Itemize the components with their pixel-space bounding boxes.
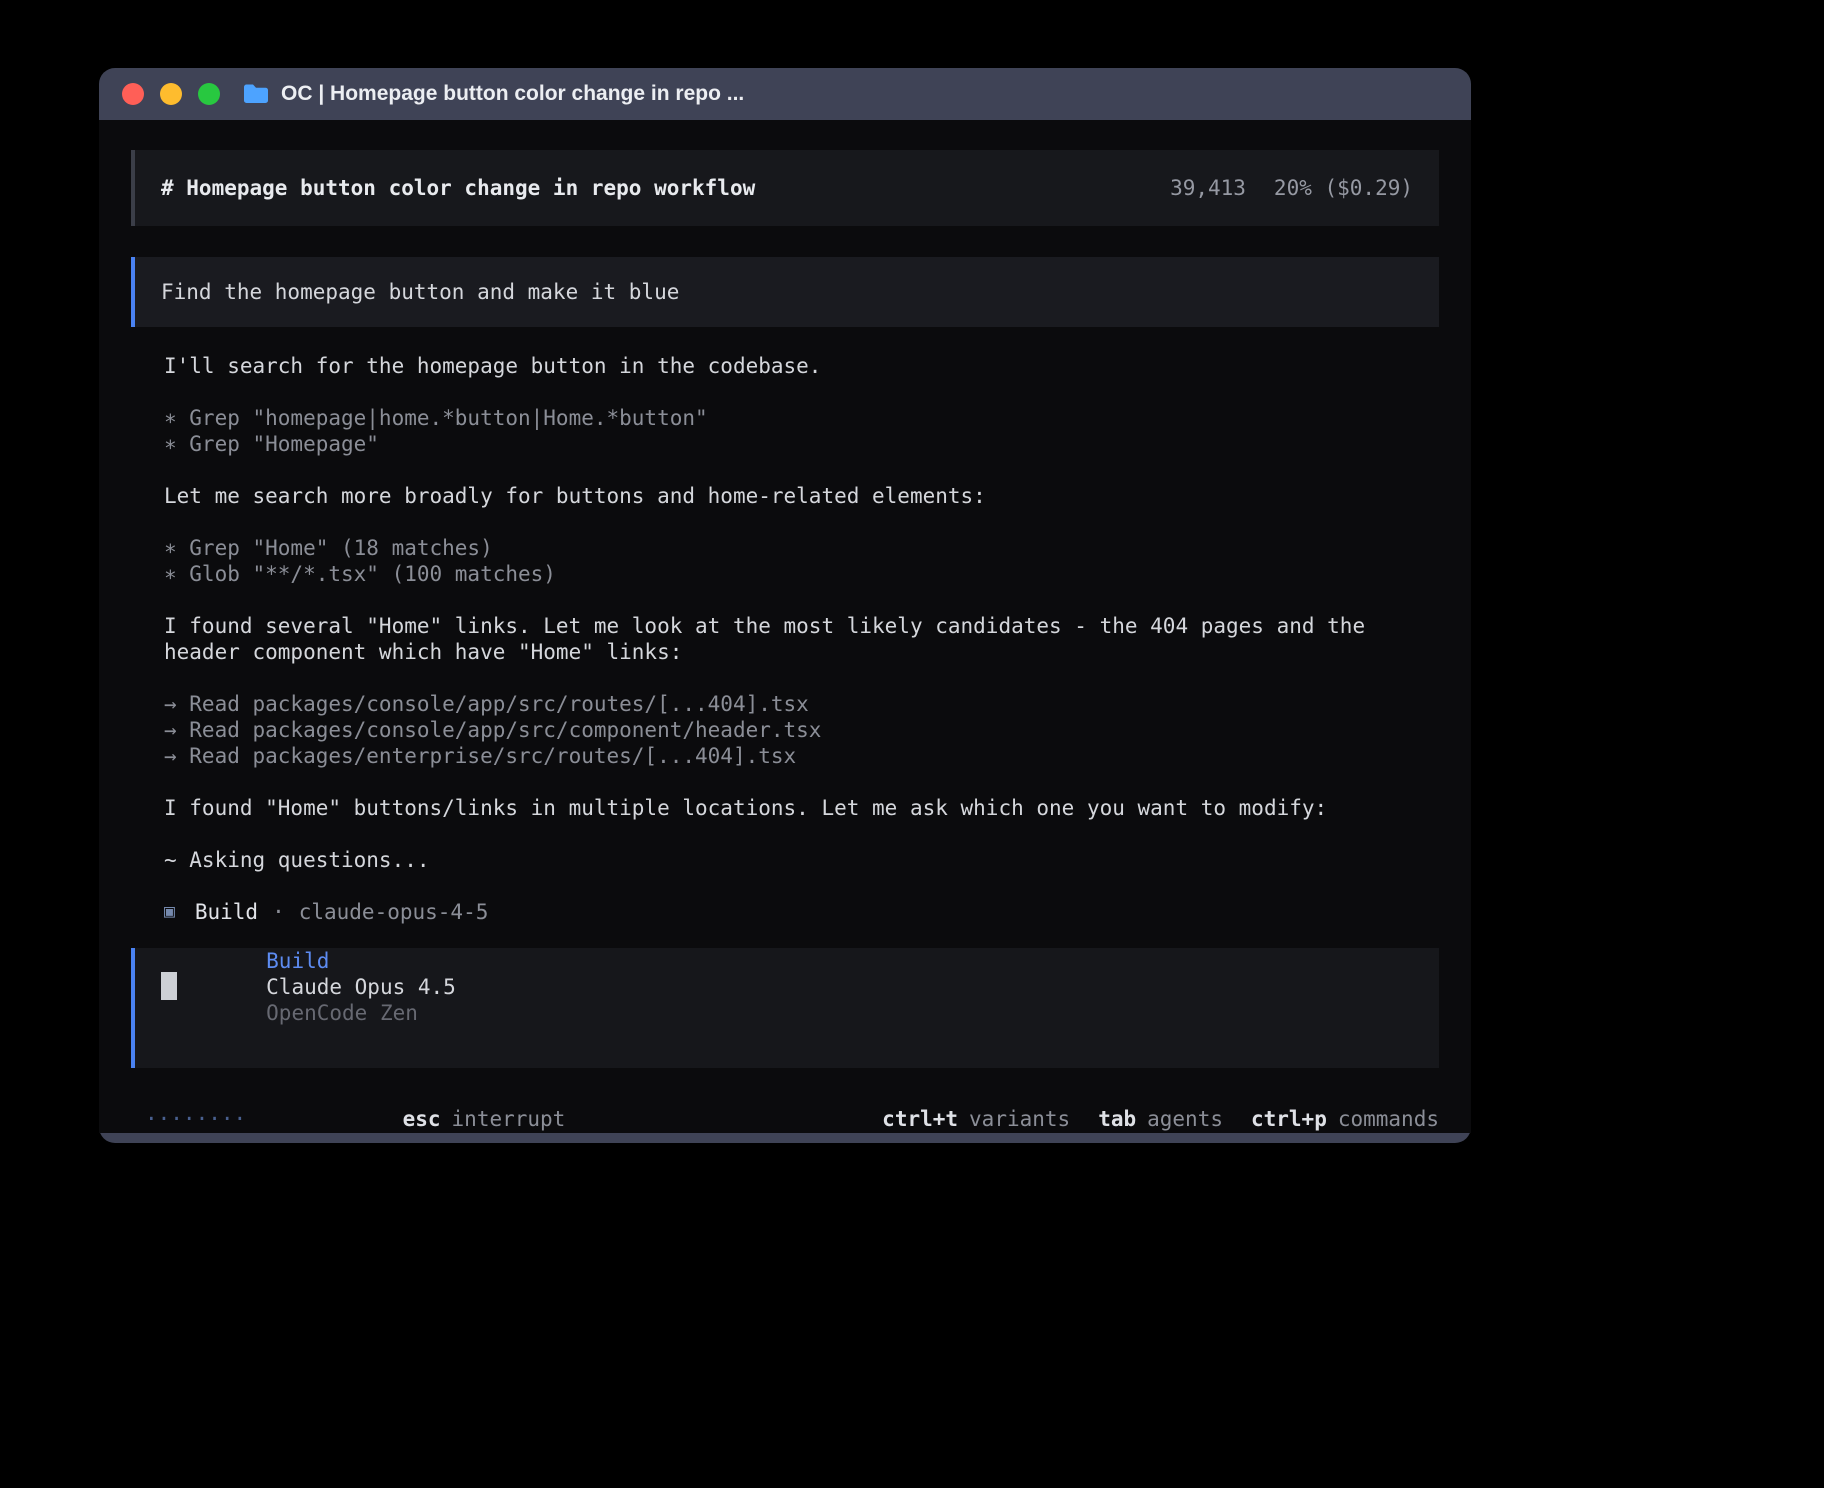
assistant-text-line: ~ Asking questions... (164, 847, 1439, 873)
interrupt-label: interrupt (452, 1107, 566, 1131)
shortcut-label: agents (1147, 1107, 1223, 1131)
esc-key-label: esc (403, 1107, 441, 1131)
close-button[interactable] (122, 83, 144, 105)
status-bar: ········ esc interrupt ctrl+t variants taba… (131, 1080, 1439, 1133)
assistant-text-line: I found "Home" buttons/links in multiple… (164, 795, 1439, 821)
shortcut-key: tab (1098, 1107, 1136, 1131)
session-meta: 39,413 20% ($0.29) (1170, 175, 1413, 201)
traffic-lights (122, 83, 220, 105)
tool-call-group: ∗ Grep "homepage|home.*button|Home.*butt… (164, 405, 1439, 457)
tool-call-line: ∗ Grep "homepage|home.*button|Home.*butt… (164, 405, 1439, 431)
shortcut-variants: ctrl+t variants (882, 1106, 1070, 1132)
tool-call-line: ∗ Grep "Homepage" (164, 431, 1439, 457)
assistant-text-line: Let me search more broadly for buttons a… (164, 483, 1439, 509)
shortcut-key: ctrl+t (882, 1107, 958, 1131)
window-title-wrap: OC | Homepage button color change in rep… (242, 82, 744, 106)
assistant-text: Let me search more broadly for buttons a… (164, 483, 1439, 509)
activity-dots: ········ (145, 1106, 246, 1132)
session-title: # Homepage button color change in repo w… (161, 175, 755, 201)
shortcut-label: variants (969, 1107, 1070, 1131)
user-message: Find the homepage button and make it blu… (131, 257, 1439, 327)
tool-call-group: ∗ Grep "Home" (18 matches)∗ Glob "**/*.t… (164, 535, 1439, 587)
user-message-text: Find the homepage button and make it blu… (161, 279, 679, 305)
shortcut-key: ctrl+p (1251, 1107, 1327, 1131)
terminal-content: # Homepage button color change in repo w… (99, 120, 1471, 1133)
shortcut-commands: ctrl+p commands (1251, 1106, 1439, 1132)
shortcut-agents: tab agents (1098, 1106, 1223, 1132)
statusbar-left: ········ esc interrupt (131, 1080, 565, 1133)
assistant-text-line: I found several "Home" links. Let me loo… (164, 613, 1439, 639)
tool-call-line: → Read packages/console/app/src/componen… (164, 717, 1439, 743)
titlebar[interactable]: OC | Homepage button color change in rep… (99, 68, 1471, 120)
tool-call-line: ∗ Glob "**/*.tsx" (100 matches) (164, 561, 1439, 587)
statusbar-shortcuts: ctrl+t variants tab agents ctrl+p commands (882, 1106, 1439, 1132)
shortcut-label: commands (1338, 1107, 1439, 1131)
provider-indicator: OpenCode Zen (266, 1001, 418, 1025)
assistant-text: ~ Asking questions... (164, 847, 1439, 873)
token-count: 39,413 (1170, 175, 1246, 201)
tool-call-group: → Read packages/console/app/src/routes/[… (164, 691, 1439, 769)
assistant-text: I'll search for the homepage button in t… (164, 353, 1439, 379)
tool-call-line: → Read packages/console/app/src/routes/[… (164, 691, 1439, 717)
transcript-blocks: I'll search for the homepage button in t… (164, 353, 1439, 873)
interrupt-hint: esc interrupt (276, 1080, 565, 1133)
mode-indicator[interactable]: Build (266, 949, 329, 973)
window-title: OC | Homepage button color change in rep… (281, 82, 744, 106)
assistant-text-line: header component which have "Home" links… (164, 639, 1439, 665)
tool-call-line: → Read packages/enterprise/src/routes/[.… (164, 743, 1439, 769)
folder-icon (242, 83, 270, 105)
assistant-text: I found "Home" buttons/links in multiple… (164, 795, 1439, 821)
assistant-text-line: I'll search for the homepage button in t… (164, 353, 1439, 379)
minimize-button[interactable] (160, 83, 182, 105)
context-usage: 20% ($0.29) (1274, 175, 1413, 201)
terminal-window: OC | Homepage button color change in rep… (99, 68, 1471, 1143)
assistant-text: I found several "Home" links. Let me loo… (164, 613, 1439, 665)
transcript: I'll search for the homepage button in t… (164, 353, 1439, 925)
input-footer: Build Claude Opus 4.5 OpenCode Zen (165, 922, 469, 1052)
model-indicator[interactable]: Claude Opus 4.5 (266, 975, 456, 999)
zoom-button[interactable] (198, 83, 220, 105)
tool-call-line: ∗ Grep "Home" (18 matches) (164, 535, 1439, 561)
prompt-input[interactable]: Build Claude Opus 4.5 OpenCode Zen (131, 948, 1439, 1068)
session-header: # Homepage button color change in repo w… (131, 150, 1439, 226)
